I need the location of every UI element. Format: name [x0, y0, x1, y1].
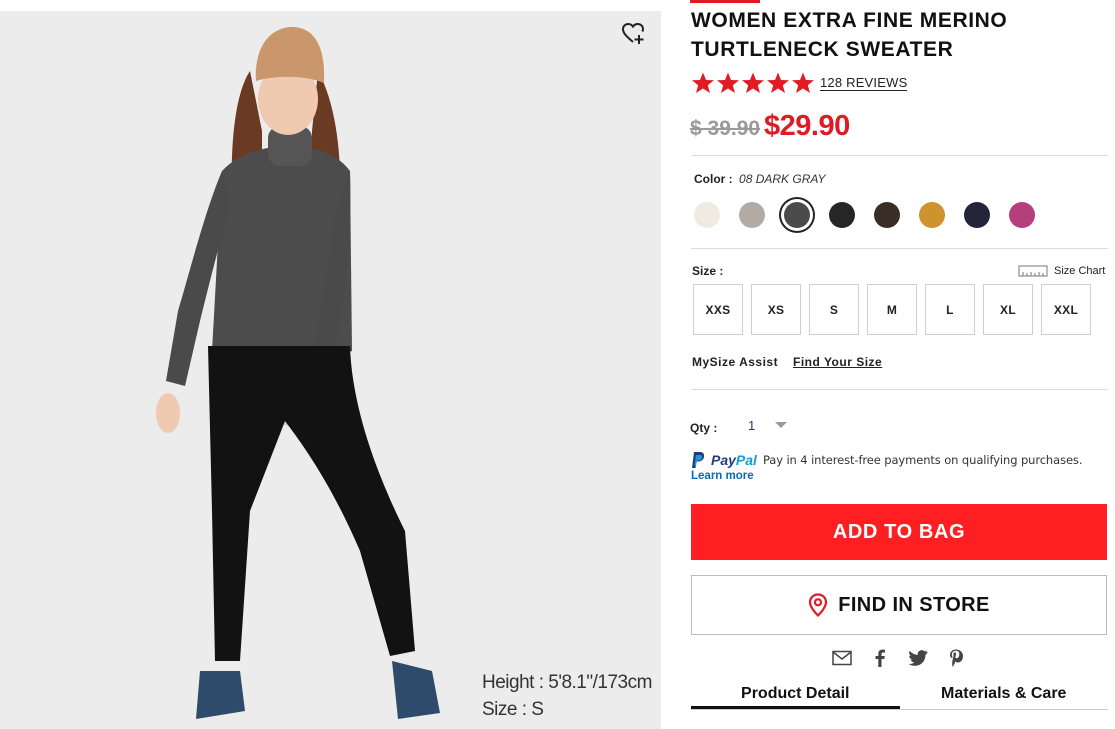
color-swatch[interactable] — [829, 202, 855, 228]
size-label: Size : — [692, 264, 724, 278]
ruler-icon — [1018, 265, 1048, 277]
pinterest-icon[interactable] — [946, 648, 966, 668]
qty-select[interactable]: 1 — [748, 414, 798, 436]
model-illustration — [156, 27, 440, 719]
mysize-assist-label: MySize Assist — [692, 355, 779, 369]
wishlist-button[interactable] — [620, 19, 650, 49]
twitter-icon[interactable] — [908, 648, 928, 668]
paypal-brand: PayPal — [711, 452, 757, 468]
color-value: 08 DARK GRAY — [739, 172, 826, 186]
size-option-xxs[interactable]: XXS — [693, 284, 743, 335]
color-swatch[interactable] — [694, 202, 720, 228]
product-title: WOMEN EXTRA FINE MERINO TURTLENECK SWEAT… — [691, 9, 1008, 61]
divider — [691, 248, 1108, 249]
color-swatch[interactable] — [874, 202, 900, 228]
size-option-xs[interactable]: XS — [751, 284, 801, 335]
title-accent-bar — [690, 0, 760, 3]
size-option-xxl[interactable]: XXL — [1041, 284, 1091, 335]
sale-price: $29.90 — [764, 110, 850, 142]
color-swatch[interactable] — [739, 202, 765, 228]
paypal-logo-icon — [692, 452, 705, 468]
size-option-l[interactable]: L — [925, 284, 975, 335]
qty-label: Qty : — [690, 421, 718, 435]
add-to-bag-button[interactable]: ADD TO BAG — [691, 504, 1107, 560]
find-your-size-link[interactable]: Find Your Size — [793, 355, 882, 369]
learn-more-link[interactable]: Learn more — [691, 470, 754, 482]
size-chart-label: Size Chart — [1054, 265, 1106, 277]
color-swatch[interactable] — [919, 202, 945, 228]
size-option-m[interactable]: M — [867, 284, 917, 335]
paypal-message: PayPal Pay in 4 interest-free payments o… — [691, 451, 1082, 469]
star-icon — [717, 72, 739, 93]
model-info: Height : 5'8.1"/173cm Size : S — [482, 669, 652, 723]
heart-plus-icon — [621, 22, 645, 44]
find-in-store-button[interactable]: FIND IN STORE — [691, 575, 1107, 635]
color-label: Color : 08 DARK GRAY — [694, 172, 826, 186]
divider — [691, 389, 1108, 390]
color-swatch[interactable] — [964, 202, 990, 228]
divider — [691, 155, 1108, 156]
color-swatch[interactable] — [784, 202, 810, 228]
color-swatches — [694, 202, 1054, 228]
original-price: $ 39.90 — [690, 117, 761, 140]
mail-icon[interactable] — [832, 648, 852, 668]
star-icon — [792, 72, 814, 93]
paypal-text: Pay in 4 interest-free payments on quali… — [762, 453, 1083, 467]
star-icon — [767, 72, 789, 93]
size-chart-link[interactable]: Size Chart — [1018, 264, 1105, 278]
paypal-brand-pal: Pal — [735, 452, 757, 468]
chevron-down-icon — [775, 422, 788, 428]
size-options: XXS XS S M L XL XXL — [693, 284, 1099, 335]
tab-product-detail[interactable]: Product Detail — [691, 684, 900, 709]
rating-stars — [691, 71, 815, 95]
location-pin-icon — [809, 593, 828, 617]
product-page: Height : 5'8.1"/173cm Size : S WOMEN EXT… — [0, 0, 1115, 729]
facebook-icon[interactable] — [870, 648, 890, 668]
paypal-brand-pay: Pay — [711, 452, 736, 468]
star-icon — [742, 72, 764, 93]
size-option-s[interactable]: S — [809, 284, 859, 335]
star-icon — [692, 72, 714, 93]
tab-materials-care[interactable]: Materials & Care — [900, 684, 1109, 709]
reviews-link[interactable]: 128 REVIEWS — [820, 75, 908, 91]
qty-value: 1 — [748, 417, 756, 433]
product-tabs: Product Detail Materials & Care — [691, 684, 1108, 710]
color-label-text: Color : — [694, 172, 733, 186]
model-size: Size : S — [482, 699, 544, 720]
size-option-xl[interactable]: XL — [983, 284, 1033, 335]
product-photo: Height : 5'8.1"/173cm Size : S — [0, 11, 661, 729]
find-in-store-label: FIND IN STORE — [838, 593, 990, 616]
share-icons — [832, 648, 966, 668]
color-swatch[interactable] — [1009, 202, 1035, 228]
model-height: Height : 5'8.1"/173cm — [482, 672, 652, 693]
